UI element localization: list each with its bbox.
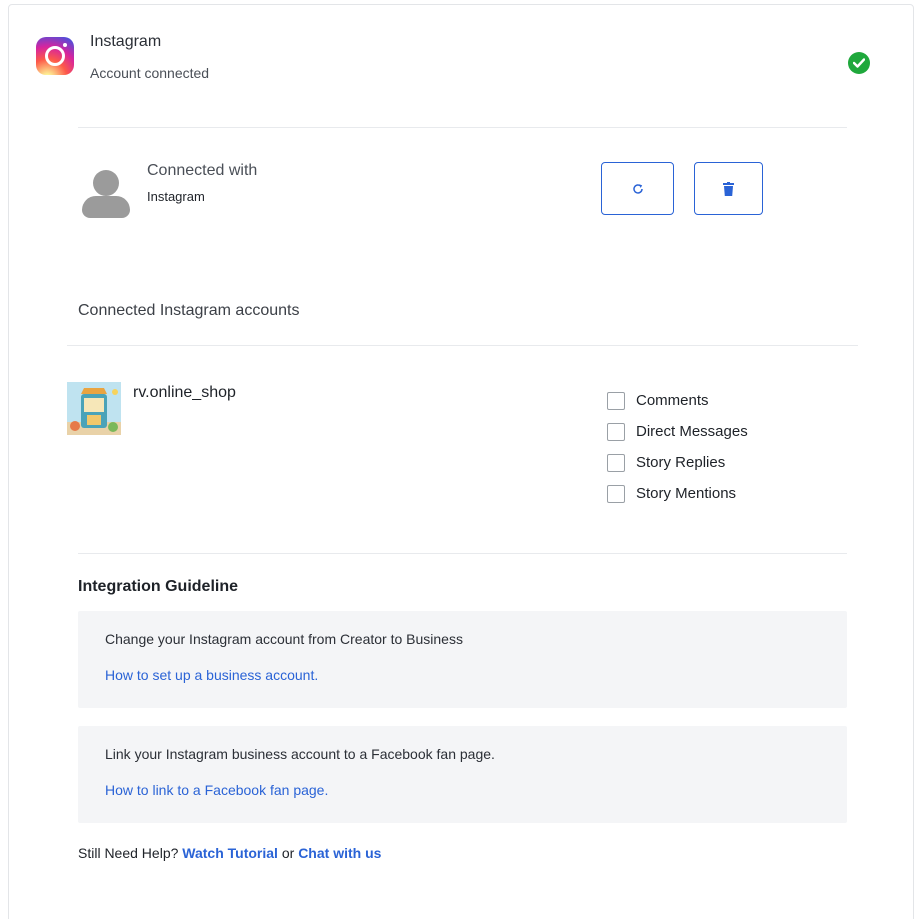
help-prefix: Still Need Help? — [78, 845, 179, 861]
option-label: Story Replies — [636, 454, 726, 471]
integration-status-text: Account connected — [90, 65, 210, 81]
help-footer: Still Need Help? Watch Tutorial or Chat … — [78, 845, 381, 861]
guideline-step-text: Change your Instagram account from Creat… — [105, 631, 463, 647]
guideline-step: Link your Instagram business account to … — [78, 726, 847, 823]
refresh-icon — [632, 183, 643, 194]
instagram-logo-icon — [36, 37, 74, 75]
chat-with-us-link[interactable]: Chat with us — [298, 845, 381, 861]
delete-button[interactable] — [694, 162, 763, 215]
connected-with-label: Connected with — [147, 162, 258, 179]
option-label: Comments — [636, 392, 709, 409]
comments-checkbox[interactable] — [607, 391, 625, 410]
guideline-step: Change your Instagram account from Creat… — [78, 611, 847, 708]
direct-messages-checkbox[interactable] — [607, 422, 625, 441]
integration-title: Instagram — [90, 33, 162, 50]
divider — [78, 127, 847, 128]
option-story-replies[interactable]: Story Replies — [607, 447, 748, 478]
trash-icon — [723, 181, 734, 196]
guideline-title: Integration Guideline — [78, 578, 239, 595]
watch-tutorial-link[interactable]: Watch Tutorial — [182, 845, 278, 861]
story-replies-checkbox[interactable] — [607, 453, 625, 472]
divider — [67, 345, 858, 346]
check-circle-icon — [848, 52, 870, 74]
help-or: or — [281, 845, 295, 861]
guideline-step-text: Link your Instagram business account to … — [105, 746, 495, 762]
option-label: Direct Messages — [636, 423, 748, 440]
option-story-mentions[interactable]: Story Mentions — [607, 478, 748, 509]
story-mentions-checkbox[interactable] — [607, 484, 625, 503]
option-label: Story Mentions — [636, 485, 737, 502]
account-name: rv.online_shop — [133, 384, 236, 401]
facebook-fan-page-help-link[interactable]: How to link to a Facebook fan page. — [105, 782, 328, 798]
account-options: Comments Direct Messages Story Replies S… — [607, 385, 748, 509]
account-avatar — [67, 382, 121, 435]
connected-platform: Instagram — [147, 189, 205, 204]
refresh-button[interactable] — [601, 162, 674, 215]
option-direct-messages[interactable]: Direct Messages — [607, 416, 748, 447]
business-account-help-link[interactable]: How to set up a business account. — [105, 667, 318, 683]
divider — [78, 553, 847, 554]
option-comments[interactable]: Comments — [607, 385, 748, 416]
avatar-icon — [80, 168, 130, 220]
section-title-accounts: Connected Instagram accounts — [78, 302, 300, 319]
